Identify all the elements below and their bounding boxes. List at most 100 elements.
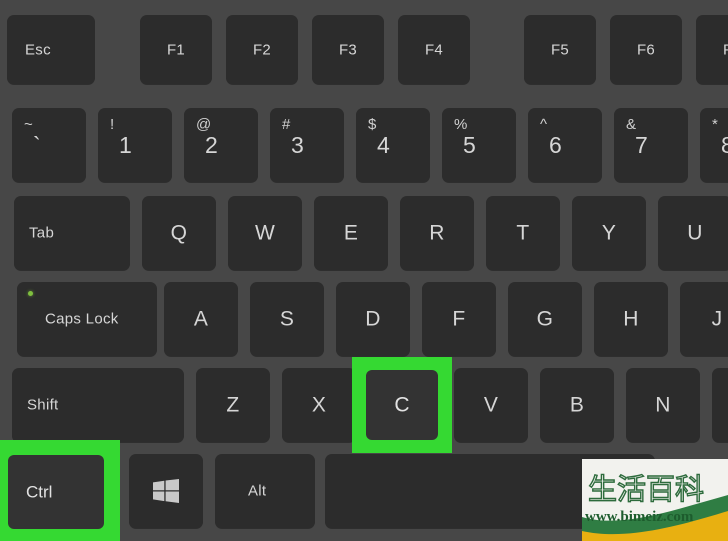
key-t-label: T bbox=[516, 221, 530, 245]
key-4-label: 4 bbox=[377, 132, 390, 158]
key-f3-label: F3 bbox=[338, 41, 358, 58]
key-backtick[interactable]: ~ ` bbox=[12, 108, 86, 182]
key-f5-label: F5 bbox=[550, 41, 570, 58]
key-7[interactable]: & 7 bbox=[614, 108, 688, 182]
windows-logo-icon bbox=[153, 479, 179, 503]
key-3[interactable]: # 3 bbox=[270, 108, 344, 182]
key-7-shift-label: & bbox=[626, 116, 637, 133]
key-7-label: 7 bbox=[635, 132, 648, 158]
key-m[interactable] bbox=[712, 368, 728, 442]
key-f2[interactable]: F2 bbox=[226, 15, 298, 84]
key-backtick-label: ` bbox=[33, 132, 41, 158]
key-s-label: S bbox=[279, 307, 295, 331]
key-4[interactable]: $ 4 bbox=[356, 108, 430, 182]
key-shift[interactable]: Shift bbox=[12, 368, 184, 442]
key-4-shift-label: $ bbox=[368, 116, 377, 133]
key-z[interactable]: Z bbox=[196, 368, 270, 442]
key-f4[interactable]: F4 bbox=[398, 15, 470, 84]
key-8-shift-label: * bbox=[712, 116, 718, 133]
key-j[interactable]: J bbox=[680, 282, 728, 356]
key-f-label: F bbox=[452, 307, 466, 331]
key-3-shift-label: # bbox=[282, 116, 291, 133]
key-q[interactable]: Q bbox=[142, 196, 216, 270]
key-r[interactable]: R bbox=[400, 196, 474, 270]
key-w[interactable]: W bbox=[228, 196, 302, 270]
key-f3[interactable]: F3 bbox=[312, 15, 384, 84]
key-r-label: R bbox=[429, 221, 445, 245]
watermark-chinese-text: 生活百科 bbox=[588, 472, 704, 506]
key-8-label: 8 bbox=[721, 132, 728, 158]
key-w-label: W bbox=[254, 221, 276, 245]
key-d[interactable]: D bbox=[336, 282, 410, 356]
key-8[interactable]: * 8 bbox=[700, 108, 728, 182]
key-ctrl[interactable] bbox=[8, 455, 104, 529]
key-1[interactable]: ! 1 bbox=[98, 108, 172, 182]
key-windows[interactable] bbox=[129, 454, 203, 528]
key-t[interactable]: T bbox=[486, 196, 560, 270]
key-f7[interactable]: F7 bbox=[696, 15, 728, 84]
key-j-label: J bbox=[711, 307, 723, 331]
key-esc-label: Esc bbox=[25, 41, 51, 58]
key-alt[interactable]: Alt bbox=[215, 454, 315, 528]
key-y[interactable]: Y bbox=[572, 196, 646, 270]
key-g[interactable]: G bbox=[508, 282, 582, 356]
watermark-graphic: 生活百科 www.bimeiz.com bbox=[582, 459, 728, 541]
key-d-label: D bbox=[365, 307, 381, 331]
key-5-shift-label: % bbox=[454, 116, 468, 133]
key-caps-lock-label: Caps Lock bbox=[45, 310, 119, 328]
key-alt-label: Alt bbox=[248, 482, 267, 500]
key-caps-lock[interactable]: Caps Lock bbox=[17, 282, 157, 356]
key-q-label: Q bbox=[170, 221, 188, 245]
key-backtick-shift-label: ~ bbox=[24, 116, 33, 133]
key-y-label: Y bbox=[601, 221, 617, 245]
keyboard-screenshot: Esc F1 F2 F3 F4 F5 F6 F7 ~ ` ! 1 bbox=[0, 0, 728, 541]
key-f7-label: F7 bbox=[722, 41, 728, 58]
key-a-label: A bbox=[193, 307, 209, 331]
key-e[interactable]: E bbox=[314, 196, 388, 270]
key-6-label: 6 bbox=[549, 132, 562, 158]
key-6[interactable]: ^ 6 bbox=[528, 108, 602, 182]
key-ctrl-label: Ctrl bbox=[26, 482, 53, 502]
key-f1[interactable]: F1 bbox=[140, 15, 212, 84]
key-b-label: B bbox=[569, 393, 585, 417]
key-3-label: 3 bbox=[291, 132, 304, 158]
highlight-ring-ctrl: Ctrl bbox=[0, 440, 120, 541]
key-h-label: H bbox=[623, 307, 639, 331]
key-1-shift-label: ! bbox=[110, 116, 115, 133]
key-2-label: 2 bbox=[205, 132, 218, 158]
watermark: 生活百科 www.bimeiz.com bbox=[582, 459, 728, 541]
key-u-label: U bbox=[687, 221, 703, 245]
key-u[interactable]: U bbox=[658, 196, 728, 270]
key-c-label: C bbox=[394, 393, 410, 417]
key-f[interactable]: F bbox=[422, 282, 496, 356]
highlight-ring-c: C bbox=[352, 357, 452, 453]
key-n[interactable]: N bbox=[626, 368, 700, 442]
key-f2-label: F2 bbox=[252, 41, 272, 58]
key-g-label: G bbox=[536, 307, 554, 331]
key-tab-label: Tab bbox=[29, 224, 55, 242]
key-5[interactable]: % 5 bbox=[442, 108, 516, 182]
key-x[interactable]: X bbox=[282, 368, 356, 442]
key-b[interactable]: B bbox=[540, 368, 614, 442]
watermark-url: www.bimeiz.com bbox=[585, 509, 694, 525]
caps-lock-led-icon bbox=[28, 291, 33, 296]
key-n-label: N bbox=[655, 393, 671, 417]
key-5-label: 5 bbox=[463, 132, 476, 158]
key-shift-label: Shift bbox=[27, 396, 59, 414]
key-tab[interactable]: Tab bbox=[14, 196, 130, 270]
keyboard: Esc F1 F2 F3 F4 F5 F6 F7 ~ ` ! 1 bbox=[0, 0, 728, 541]
key-2-shift-label: @ bbox=[196, 116, 212, 133]
key-2[interactable]: @ 2 bbox=[184, 108, 258, 182]
key-f1-label: F1 bbox=[166, 41, 186, 58]
key-1-label: 1 bbox=[119, 132, 132, 158]
key-v-label: V bbox=[483, 393, 499, 417]
key-f5[interactable]: F5 bbox=[524, 15, 596, 84]
key-h[interactable]: H bbox=[594, 282, 668, 356]
key-f6[interactable]: F6 bbox=[610, 15, 682, 84]
key-f6-label: F6 bbox=[636, 41, 656, 58]
key-z-label: Z bbox=[226, 393, 240, 417]
key-s[interactable]: S bbox=[250, 282, 324, 356]
key-a[interactable]: A bbox=[164, 282, 238, 356]
key-v[interactable]: V bbox=[454, 368, 528, 442]
key-esc[interactable]: Esc bbox=[7, 15, 95, 84]
